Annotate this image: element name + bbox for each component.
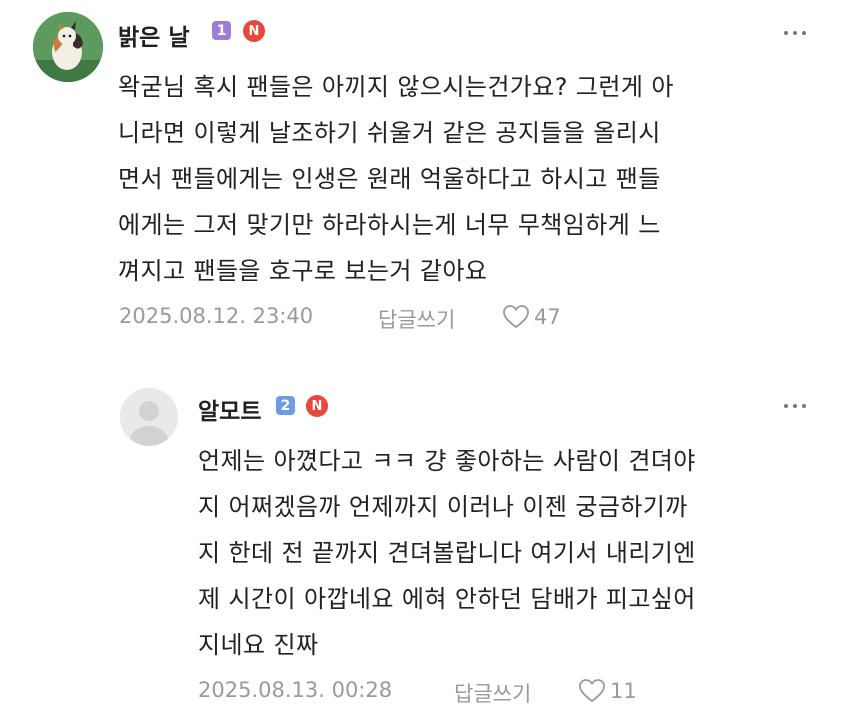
comment-text-line: 면서 팬들에게는 인생은 원래 억울하다고 하시고 팬들	[118, 165, 661, 193]
cat-avatar-image	[33, 12, 103, 82]
comment-text-line: 껴지고 팬들을 호구로 보는거 같아요	[118, 257, 488, 285]
default-profile-icon	[120, 388, 178, 446]
more-options-icon[interactable]	[784, 404, 806, 408]
new-badge-icon: N	[243, 20, 265, 42]
comment-text-line: 언제는 아꼈다고 ㅋㅋ 걍 좋아하는 사람이 견뎌야	[198, 447, 696, 475]
reply-button[interactable]: 답글쓰기	[454, 678, 531, 708]
comment-date: 2025.08.13. 00:28	[198, 678, 393, 702]
avatar[interactable]	[33, 12, 103, 82]
avatar[interactable]	[120, 388, 178, 446]
reply-button[interactable]: 답글쓰기	[378, 304, 455, 334]
like-button[interactable]: 47	[502, 304, 561, 329]
grade-badge: 1	[212, 21, 231, 40]
comment-text-line: 지 한데 전 끝까지 견뎌볼랍니다 여기서 내리기엔	[198, 539, 696, 567]
like-count: 47	[534, 304, 561, 329]
comment-text-line: 제 시간이 아깝네요 에혀 안하던 담배가 피고싶어	[198, 585, 696, 613]
comment-author[interactable]: 밝은 날	[118, 18, 190, 52]
comment-date: 2025.08.12. 23:40	[119, 304, 314, 328]
like-count: 11	[610, 678, 637, 703]
more-options-icon[interactable]	[784, 31, 806, 35]
comment-text-line: 왁굳님 혹시 팬들은 아끼지 않으시는건가요? 그런게 아	[118, 73, 674, 101]
comment-author[interactable]: 알모트	[198, 392, 261, 426]
heart-icon	[503, 305, 529, 329]
comment-text-line: 지네요 진짜	[198, 631, 319, 659]
comment-text-line: 니라면 이렇게 날조하기 쉬울거 같은 공지들을 올리시	[118, 119, 661, 147]
comment-text-line: 지 어쩌겠음까 언제까지 이러나 이젠 궁금하기까	[198, 493, 688, 521]
comment-text-line: 에게는 그저 맞기만 하라하시는게 너무 무책임하게 느	[118, 211, 661, 239]
grade-badge: 2	[276, 396, 295, 415]
like-button[interactable]: 11	[578, 678, 637, 703]
heart-icon	[579, 679, 605, 703]
new-badge-icon: N	[306, 395, 328, 417]
